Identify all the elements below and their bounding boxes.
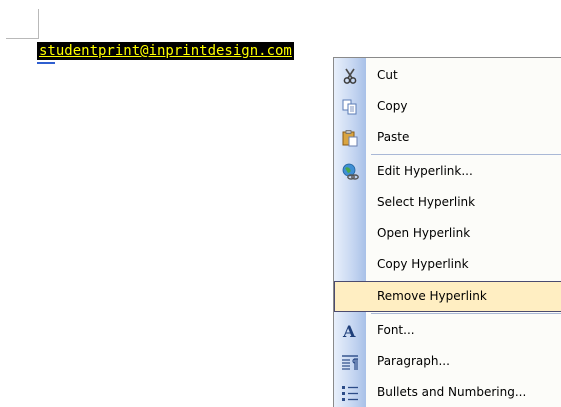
scissors-icon bbox=[341, 67, 359, 85]
copy-icon bbox=[341, 98, 359, 116]
menu-item-label: Paragraph... bbox=[377, 354, 450, 368]
menu-item-open-hyperlink[interactable]: Open Hyperlink bbox=[334, 218, 561, 249]
menu-separator bbox=[371, 154, 561, 155]
menu-item-copy[interactable]: Copy bbox=[334, 91, 561, 122]
smart-tag-indicator[interactable] bbox=[37, 62, 55, 64]
context-menu: Cut Copy Paste Edit Hyperlink... Select … bbox=[333, 57, 561, 407]
menu-item-edit-hyperlink[interactable]: Edit Hyperlink... bbox=[334, 156, 561, 187]
menu-separator bbox=[371, 313, 561, 314]
menu-item-label: Remove Hyperlink bbox=[377, 289, 487, 303]
menu-item-remove-hyperlink[interactable]: Remove Hyperlink bbox=[334, 281, 561, 312]
menu-item-label: Open Hyperlink bbox=[377, 226, 471, 240]
globe-link-icon bbox=[341, 163, 359, 181]
selected-hyperlink[interactable]: studentprint@inprintdesign.com bbox=[37, 42, 294, 60]
menu-item-select-hyperlink[interactable]: Select Hyperlink bbox=[334, 187, 561, 218]
menu-item-cut[interactable]: Cut bbox=[334, 60, 561, 91]
font-icon: A bbox=[341, 322, 359, 341]
menu-item-label: Paste bbox=[377, 130, 410, 144]
menu-item-label: Select Hyperlink bbox=[377, 195, 476, 209]
paste-icon bbox=[341, 129, 359, 147]
menu-item-label: Bullets and Numbering... bbox=[377, 385, 527, 399]
paragraph-icon bbox=[341, 353, 359, 371]
menu-item-copy-hyperlink[interactable]: Copy Hyperlink bbox=[334, 249, 561, 280]
menu-item-label: Cut bbox=[377, 68, 398, 82]
bullets-icon bbox=[341, 384, 359, 402]
menu-item-font[interactable]: A Font... bbox=[334, 315, 561, 346]
menu-item-label: Edit Hyperlink... bbox=[377, 164, 473, 178]
menu-item-label: Copy Hyperlink bbox=[377, 257, 469, 271]
text-boundary-vertical bbox=[38, 9, 39, 39]
menu-item-bullets-and-numbering[interactable]: Bullets and Numbering... bbox=[334, 377, 561, 407]
menu-item-label: Font... bbox=[377, 323, 415, 337]
menu-item-paragraph[interactable]: Paragraph... bbox=[334, 346, 561, 377]
text-boundary-horizontal bbox=[6, 38, 38, 39]
menu-item-paste[interactable]: Paste bbox=[334, 122, 561, 153]
document-page: studentprint@inprintdesign.com Cut Copy … bbox=[0, 0, 561, 407]
menu-item-label: Copy bbox=[377, 99, 408, 113]
svg-text:A: A bbox=[342, 322, 356, 340]
